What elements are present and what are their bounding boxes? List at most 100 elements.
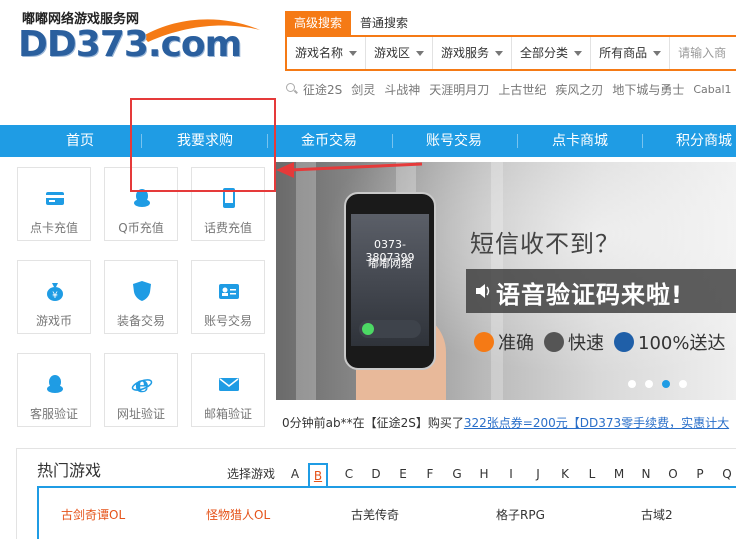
hot-word[interactable]: 天涯明月刀 [429,81,489,98]
phone-call-slider [359,320,421,338]
money-bag-icon: ¥ [47,283,63,301]
service-url-verify[interactable]: e 网址验证 [104,353,178,427]
game-region-label: 游戏区 [374,46,411,60]
letter-filter-o[interactable]: O [663,463,683,485]
annotation-arrow-icon [276,162,423,178]
nav-divider [642,134,643,148]
letter-filter-m[interactable]: M [609,463,629,485]
game-link[interactable]: 怪物猎人OL [206,506,270,523]
letter-filter-n[interactable]: N [636,463,656,485]
service-label: 网址验证 [116,407,165,421]
service-equipment-trade[interactable]: 装备交易 [104,260,178,334]
hot-word[interactable]: Cabal1 [693,83,731,96]
service-card-recharge[interactable]: 点卡充值 [17,167,91,241]
qq-penguin-icon [47,375,63,393]
card-icon [46,192,64,205]
letter-filter-g[interactable]: G [447,463,467,485]
service-email-verify[interactable]: 邮箱验证 [191,353,265,427]
letter-filter-f[interactable]: F [420,463,440,485]
goods-label: 所有商品 [599,46,648,60]
service-label: 客服验证 [29,407,78,421]
site-logo[interactable]: 嘟嘟网络游戏服务网 DD373.com [18,4,260,74]
letter-filter-j[interactable]: J [528,463,548,485]
select-game-label: 选择游戏 [227,467,276,481]
promo-banner[interactable]: 0373-3807399 嘟嘟网络 短信收不到？ 语音验证码来啦! 准确 快速 … [276,162,736,400]
ticker-link[interactable]: 322张点券=200元【DD373零手续费，实惠计大 [464,416,729,430]
letter-filter-e[interactable]: E [393,463,413,485]
nav-divider [392,134,393,148]
letter-filter-c[interactable]: C [339,463,359,485]
letter-filter-l[interactable]: L [582,463,602,485]
carousel-dot[interactable] [645,380,653,388]
game-name-select[interactable]: 游戏名称 [287,37,367,69]
nav-account-trade[interactable]: 账号交易 [414,125,494,157]
goods-select[interactable]: 所有商品 [591,37,671,69]
letter-filter-p[interactable]: P [690,463,710,485]
annotation-highlight-box [130,98,276,192]
call-icon [362,323,374,335]
game-region-select[interactable]: 游戏区 [366,37,434,69]
checkmark-icon [474,332,494,352]
game-name-label: 游戏名称 [295,46,344,60]
search-input[interactable] [670,39,736,67]
hot-word[interactable]: 征途2S [303,81,342,98]
letter-filter-a[interactable]: A [285,463,305,485]
game-link[interactable]: 古域2 [641,506,673,523]
carousel-dot-active[interactable] [662,380,670,388]
id-card-icon [219,284,239,299]
game-service-select[interactable]: 游戏服务 [433,37,513,69]
letter-filter-d[interactable]: D [366,463,386,485]
hot-games-title: 热门游戏 [37,461,102,480]
service-label: Q币充值 [118,221,164,235]
search-tabs: 高级搜索 普通搜索 [285,11,417,35]
chevron-down-icon [574,50,583,56]
service-label: 装备交易 [116,314,165,328]
letter-filter-i[interactable]: I [501,463,521,485]
search-box: 游戏名称 游戏区 游戏服务 全部分类 所有商品 [285,35,736,71]
banner-title: 短信收不到？ [470,230,620,258]
service-label: 账号交易 [203,314,252,328]
tab-normal-search[interactable]: 普通搜索 [351,11,417,35]
hot-word[interactable]: 斗战神 [384,81,420,98]
banner-headline: 语音验证码来啦! [496,281,683,309]
category-select[interactable]: 全部分类 [512,37,592,69]
hot-word[interactable]: 地下城与勇士 [612,81,684,98]
letter-filter-b[interactable]: B [308,463,328,487]
banner-features: 准确 快速 100%送达 [474,329,735,355]
hot-search-words: 征途2S 剑灵 斗战神 天涯明月刀 上古世纪 疾风之刃 地下城与勇士 Cabal… [286,80,736,98]
letter-filter-q[interactable]: Q [717,463,736,485]
game-link[interactable]: 格子RPG [496,506,545,523]
service-account-trade[interactable]: 账号交易 [191,260,265,334]
tab-advanced-search[interactable]: 高级搜索 [285,11,352,35]
hot-word[interactable]: 上古世纪 [498,81,546,98]
service-label: 点卡充值 [29,221,78,235]
phone-image: 0373-3807399 嘟嘟网络 [344,192,436,370]
chevron-down-icon [349,50,358,56]
category-label: 全部分类 [520,46,569,60]
game-link[interactable]: 古羌传奇 [351,506,399,523]
feature-label: 100%送达 [638,333,726,354]
phone-caller-name: 嘟嘟网络 [368,257,412,270]
phone-screen: 0373-3807399 嘟嘟网络 [351,214,429,346]
nav-points-mall[interactable]: 积分商城 [664,125,736,157]
clock-icon [544,332,564,352]
feature-label: 准确 [498,333,534,354]
ticker-text: 0分钟前ab**在【征途2S】购买了 [282,416,464,430]
service-game-coin[interactable]: ¥ 游戏币 [17,260,91,334]
carousel-dot[interactable] [628,380,636,388]
nav-home[interactable]: 首页 [40,125,120,157]
browser-e-icon: e [131,373,153,395]
service-support-verify[interactable]: 客服验证 [17,353,91,427]
nav-divider [517,134,518,148]
game-service-label: 游戏服务 [441,46,490,60]
letter-filter-h[interactable]: H [474,463,494,485]
chevron-down-icon [495,50,504,56]
hot-word[interactable]: 疾风之刃 [555,81,603,98]
nav-gold-trade[interactable]: 金币交易 [289,125,369,157]
letter-filter-k[interactable]: K [555,463,575,485]
game-link[interactable]: 古剑奇谭OL [61,506,125,523]
hot-word[interactable]: 剑灵 [351,81,375,98]
carousel-dot[interactable] [679,380,687,388]
feature-fast: 快速 [544,329,604,355]
nav-card-mall[interactable]: 点卡商城 [540,125,620,157]
